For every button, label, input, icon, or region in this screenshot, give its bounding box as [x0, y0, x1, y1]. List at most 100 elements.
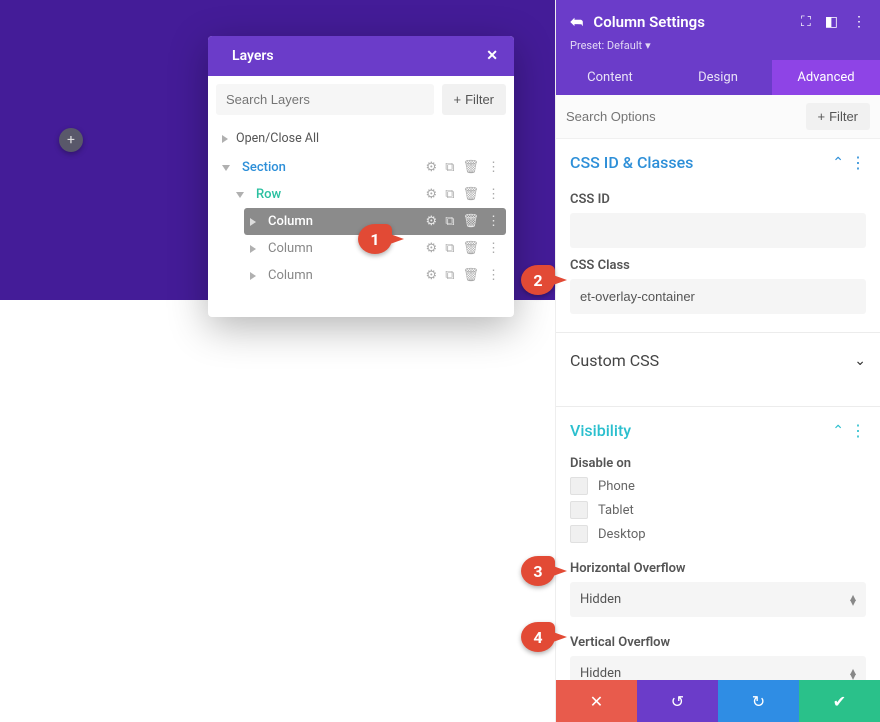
section-label: Section [238, 160, 426, 175]
more-icon[interactable]: ⋮ [850, 421, 866, 440]
checkbox-label: Desktop [598, 527, 646, 542]
duplicate-icon[interactable]: ⧉ [445, 160, 454, 175]
open-close-all[interactable]: Open/Close All [208, 123, 514, 154]
v-overflow-select[interactable]: Hidden ▴▾ [570, 656, 866, 680]
plus-icon: + [67, 133, 75, 147]
checkbox[interactable] [570, 525, 588, 543]
duplicate-icon[interactable]: ⧉ [445, 214, 454, 229]
checkbox[interactable] [570, 477, 588, 495]
settings-search-input[interactable] [566, 103, 798, 130]
tree-section[interactable]: Section ⚙ ⧉ 🗑 ⋮ [216, 154, 506, 181]
settings-tabs: Content Design Advanced [556, 60, 880, 95]
more-icon[interactable]: ⋮ [852, 14, 866, 30]
trash-icon[interactable]: 🗑 [462, 241, 479, 256]
more-icon[interactable]: ⋮ [487, 241, 500, 256]
gear-icon[interactable]: ⚙ [426, 160, 438, 175]
plus-icon: + [818, 109, 826, 124]
tab-content[interactable]: Content [556, 60, 664, 95]
undo-icon: ↺ [671, 692, 684, 711]
canvas-background-bottom [0, 300, 555, 722]
select-value: Hidden [580, 592, 621, 607]
row-actions: ⚙ ⧉ 🗑 ⋮ [426, 214, 500, 229]
more-icon[interactable]: ⋮ [850, 153, 866, 172]
tab-design[interactable]: Design [664, 60, 772, 95]
gear-icon[interactable]: ⚙ [426, 268, 438, 283]
disable-on-label: Disable on [570, 456, 866, 471]
chevron-right-icon [222, 135, 228, 143]
row-label: Row [252, 187, 426, 202]
checkbox-label: Tablet [598, 503, 634, 518]
gear-icon[interactable]: ⚙ [426, 187, 438, 202]
layers-search-input[interactable] [216, 84, 434, 115]
duplicate-icon[interactable]: ⧉ [445, 241, 454, 256]
more-icon[interactable]: ⋮ [487, 268, 500, 283]
panel-icon[interactable]: ◧ [825, 14, 838, 30]
row-actions: ⚙ ⧉ 🗑 ⋮ [426, 187, 500, 202]
annotation-4: 4 [521, 622, 555, 652]
collapse-icon[interactable]: ⌃ [832, 155, 844, 171]
tree-row[interactable]: Row ⚙ ⧉ 🗑 ⋮ [230, 181, 506, 208]
layers-panel: Layers ✕ + Filter Open/Close All Section… [208, 36, 514, 317]
filter-label: Filter [829, 109, 858, 124]
settings-title-row: ➦ Column Settings ⛶ ◧ ⋮ [556, 8, 880, 35]
trash-icon[interactable]: 🗑 [462, 187, 479, 202]
annotation-1: 1 [358, 224, 392, 254]
section-css-id-classes[interactable]: CSS ID & Classes ⌃ ⋮ [570, 139, 866, 182]
disable-tablet[interactable]: Tablet [570, 501, 866, 519]
section-title: CSS ID & Classes [570, 153, 832, 172]
disable-phone[interactable]: Phone [570, 477, 866, 495]
header-icons: ⛶ ◧ ⋮ [801, 14, 866, 30]
row-actions: ⚙ ⧉ 🗑 ⋮ [426, 241, 500, 256]
open-close-all-label: Open/Close All [236, 131, 319, 146]
trash-icon[interactable]: 🗑 [462, 214, 479, 229]
duplicate-icon[interactable]: ⧉ [445, 187, 454, 202]
more-icon[interactable]: ⋮ [487, 214, 500, 229]
css-class-input[interactable] [570, 279, 866, 314]
h-overflow-select[interactable]: Hidden ▴▾ [570, 582, 866, 617]
more-icon[interactable]: ⋮ [487, 187, 500, 202]
section-visibility[interactable]: Visibility ⌃ ⋮ [570, 407, 866, 450]
trash-icon[interactable]: 🗑 [462, 268, 479, 283]
annotation-3: 3 [521, 556, 555, 586]
chevron-down-icon: ⌄ [854, 353, 866, 369]
settings-search-row: + Filter [556, 95, 880, 139]
gear-icon[interactable]: ⚙ [426, 241, 438, 256]
more-icon[interactable]: ⋮ [487, 160, 500, 175]
redo-button[interactable]: ↻ [718, 680, 799, 722]
expand-icon[interactable]: ⛶ [801, 14, 811, 30]
settings-footer: ✕ ↺ ↻ ✔ [556, 680, 880, 722]
gear-icon[interactable]: ⚙ [426, 214, 438, 229]
disable-desktop[interactable]: Desktop [570, 525, 866, 543]
undo-button[interactable]: ↺ [637, 680, 718, 722]
tree-column[interactable]: Column ⚙ ⧉ 🗑 ⋮ [244, 262, 506, 289]
layers-filter-button[interactable]: + Filter [442, 84, 506, 115]
checkbox[interactable] [570, 501, 588, 519]
filter-label: Filter [465, 92, 494, 107]
save-button[interactable]: ✔ [799, 680, 880, 722]
select-arrows-icon: ▴▾ [850, 669, 856, 679]
preset-selector[interactable]: Preset: Default ▾ [556, 35, 880, 60]
settings-filter-button[interactable]: + Filter [806, 103, 870, 130]
section-title: Visibility [570, 421, 832, 440]
layers-title: Layers [232, 48, 274, 64]
collapse-icon[interactable]: ⌃ [832, 423, 844, 439]
add-module-button[interactable]: + [59, 128, 83, 152]
close-icon[interactable]: ✕ [486, 48, 498, 64]
css-id-input[interactable] [570, 213, 866, 248]
chevron-right-icon [250, 218, 256, 226]
chevron-down-icon [222, 165, 230, 171]
cancel-button[interactable]: ✕ [556, 680, 637, 722]
section-custom-css[interactable]: Custom CSS ⌄ [570, 333, 866, 388]
plus-icon: + [454, 92, 462, 107]
duplicate-icon[interactable]: ⧉ [445, 268, 454, 283]
h-overflow-label: Horizontal Overflow [570, 561, 866, 576]
back-icon[interactable]: ➦ [570, 12, 583, 31]
disable-on-group: Phone Tablet Desktop [570, 477, 866, 543]
chevron-right-icon [250, 272, 256, 280]
tab-advanced[interactable]: Advanced [772, 60, 880, 95]
settings-title: Column Settings [593, 13, 791, 31]
section-title: Custom CSS [570, 351, 854, 370]
settings-panel: ➦ Column Settings ⛶ ◧ ⋮ Preset: Default … [555, 0, 880, 722]
checkbox-label: Phone [598, 479, 635, 494]
trash-icon[interactable]: 🗑 [462, 160, 479, 175]
